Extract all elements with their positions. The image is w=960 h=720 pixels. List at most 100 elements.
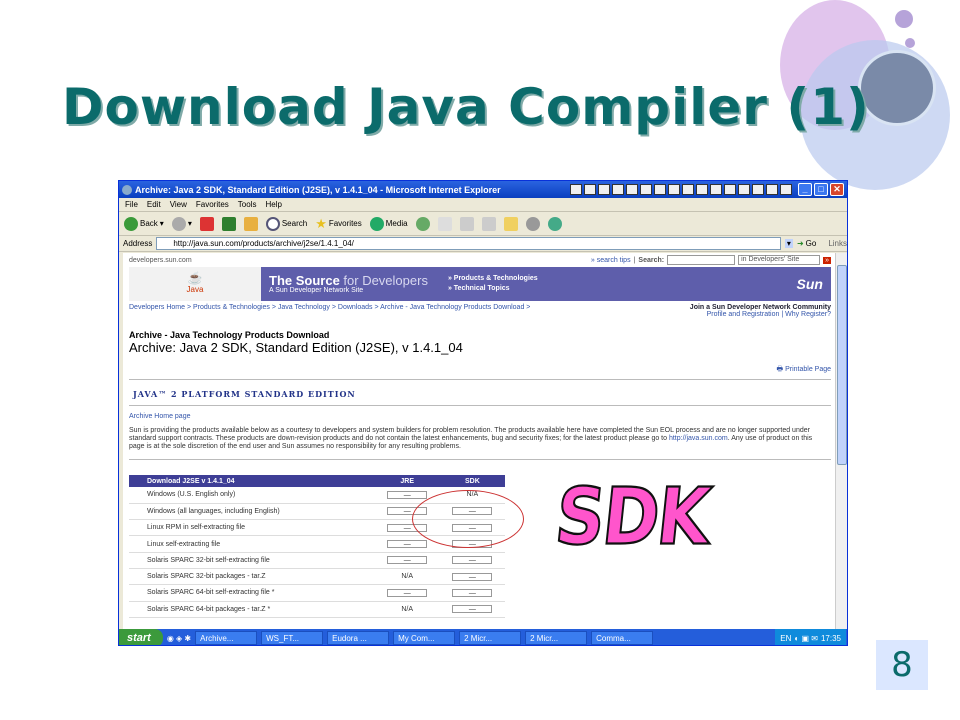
close-button[interactable]: ✕ xyxy=(830,183,844,196)
slide-title: Download Java Compiler (1) xyxy=(62,78,870,136)
edit-icon[interactable] xyxy=(481,216,496,231)
tray-icons[interactable]: ◐ ▣ ✉ xyxy=(794,634,818,643)
site-search: » search tips | Search: in Developers' S… xyxy=(590,255,831,265)
platform-name: Solaris SPARC 32-bit self-extracting fil… xyxy=(129,552,375,569)
banner-title-rest: for Developers xyxy=(339,273,428,288)
banner-title-strong: The Source xyxy=(269,273,340,288)
table-header-product: Download J2SE v 1.4.1_04 xyxy=(129,475,375,487)
start-button[interactable]: start xyxy=(119,629,163,645)
quick-launch-icons xyxy=(570,184,792,195)
technical-topics-link[interactable]: » Technical Topics xyxy=(448,284,538,294)
jre-download[interactable]: — xyxy=(374,552,440,569)
taskbar-item[interactable]: 2 Micr... xyxy=(459,631,522,645)
window-titlebar: Archive: Java 2 SDK, Standard Edition (J… xyxy=(119,181,847,198)
platform-name: Solaris SPARC 32-bit packages - tar.Z xyxy=(129,568,375,586)
menu-view[interactable]: View xyxy=(170,200,187,209)
menu-file[interactable]: File xyxy=(125,200,138,209)
scrollbar-thumb[interactable] xyxy=(837,265,847,465)
back-arrow-icon xyxy=(124,216,138,231)
taskbar-item[interactable]: WS_FT... xyxy=(261,631,324,645)
minimize-button[interactable]: _ xyxy=(798,183,812,196)
browser-window: Archive: Java 2 SDK, Standard Edition (J… xyxy=(118,180,848,646)
back-button[interactable]: Back ▾ xyxy=(124,216,164,231)
taskbar-item[interactable]: Archive... xyxy=(195,631,258,645)
browser-toolbar: Back ▾ ▾ Search ★ Favorites Media xyxy=(119,212,847,236)
archive-home-link[interactable]: Archive Home page xyxy=(123,406,837,420)
menu-favorites[interactable]: Favorites xyxy=(196,200,229,209)
messenger-icon[interactable] xyxy=(525,216,540,231)
refresh-icon[interactable] xyxy=(221,216,236,231)
printer-icon: 🖶 xyxy=(776,366,786,373)
menu-help[interactable]: Help xyxy=(265,200,281,209)
print-icon[interactable] xyxy=(459,216,474,231)
breadcrumb-row: Developers Home > Products & Technologie… xyxy=(123,301,837,318)
mail-icon[interactable] xyxy=(437,216,452,231)
favorites-button[interactable]: ★ Favorites xyxy=(315,216,362,232)
users-icon[interactable] xyxy=(547,216,562,231)
sun-logo[interactable]: Sun xyxy=(797,276,823,292)
table-header-jre: JRE xyxy=(374,475,440,487)
go-button[interactable]: ➜ Go xyxy=(797,239,816,248)
taskbar-item[interactable]: Comma... xyxy=(591,631,654,645)
links-label[interactable]: Links xyxy=(828,239,847,248)
table-row: Solaris SPARC 32-bit self-extracting fil… xyxy=(129,552,505,569)
search-tips-link[interactable]: » search tips xyxy=(591,257,631,264)
slide: Download Java Compiler (1) Archive: Java… xyxy=(0,0,960,720)
search-icon xyxy=(265,216,280,231)
platform-name: Windows (all languages, including Englis… xyxy=(129,503,375,521)
forward-arrow-icon xyxy=(171,216,186,231)
folder-icon[interactable] xyxy=(503,216,518,231)
address-input[interactable]: http://java.sun.com/products/archive/j2s… xyxy=(156,237,781,250)
sdk-download[interactable]: — xyxy=(439,568,505,586)
site-search-input[interactable] xyxy=(667,255,736,265)
sdk-download[interactable]: — xyxy=(439,552,505,569)
breadcrumb[interactable]: Developers Home > Products & Technologie… xyxy=(129,304,530,318)
clock: 17:35 xyxy=(820,633,841,643)
quicklaunch-icon[interactable]: ◉ ◈ ✱ xyxy=(167,634,191,643)
products-technologies-link[interactable]: » Products & Technologies xyxy=(448,274,538,284)
page-heading-small: Archive - Java Technology Products Downl… xyxy=(129,330,330,340)
printable-page-link[interactable]: 🖶 Printable Page xyxy=(123,355,837,376)
site-header: developers.sun.com » search tips | Searc… xyxy=(123,253,837,267)
java-logo[interactable]: ☕ Java xyxy=(129,267,261,301)
java-site-link[interactable]: http://java.sun.com xyxy=(669,435,728,442)
stop-icon[interactable] xyxy=(199,216,214,231)
menu-tools[interactable]: Tools xyxy=(238,200,257,209)
search-go-icon[interactable]: » xyxy=(823,256,831,264)
address-bar: Address http://java.sun.com/products/arc… xyxy=(119,236,847,252)
forward-button[interactable]: ▾ xyxy=(171,216,192,231)
profile-registration-link[interactable]: Profile and Registration | Why Register? xyxy=(690,311,831,318)
ie-icon xyxy=(122,184,132,195)
vertical-scrollbar[interactable] xyxy=(835,253,847,629)
search-button[interactable]: Search xyxy=(265,216,307,231)
platform-name: Windows (U.S. English only) xyxy=(129,487,375,504)
history-icon[interactable] xyxy=(415,216,430,231)
address-dropdown-icon[interactable]: ▾ xyxy=(784,239,793,248)
search-scope-select[interactable]: in Developers' Site xyxy=(738,255,821,265)
decorative-balloon xyxy=(895,10,913,28)
site-name-link[interactable]: developers.sun.com xyxy=(129,257,192,264)
sdk-download[interactable]: — xyxy=(439,584,505,602)
sdk-download[interactable]: — xyxy=(439,601,505,618)
join-community-link[interactable]: Join a Sun Developer Network Community xyxy=(690,304,831,311)
maximize-button[interactable]: □ xyxy=(814,183,828,196)
media-button[interactable]: Media xyxy=(369,216,408,231)
decorative-balloon xyxy=(905,38,915,48)
jre-download[interactable]: — xyxy=(374,584,440,602)
home-icon[interactable] xyxy=(243,216,258,231)
language-indicator[interactable]: EN xyxy=(780,634,791,643)
system-tray: EN ◐ ▣ ✉ 17:35 xyxy=(775,629,846,645)
taskbar-item[interactable]: Eudora ... xyxy=(327,631,390,645)
search-label: Search: xyxy=(638,256,665,264)
menu-edit[interactable]: Edit xyxy=(147,200,161,209)
taskbar-item[interactable]: 2 Micr... xyxy=(525,631,588,645)
platform-name: Linux RPM in self-extracting file xyxy=(129,519,375,537)
media-icon xyxy=(369,216,384,231)
taskbar-item[interactable]: My Com... xyxy=(393,631,456,645)
jre-download: N/A xyxy=(374,568,440,586)
banner-band: The Source for Developers A Sun Develope… xyxy=(261,267,831,301)
java-cup-icon: ☕ xyxy=(187,271,203,285)
platform-name: Linux self-extracting file xyxy=(129,535,375,553)
highlight-circle xyxy=(412,490,524,548)
page-heading: Archive: Java 2 SDK, Standard Edition (J… xyxy=(129,340,463,355)
